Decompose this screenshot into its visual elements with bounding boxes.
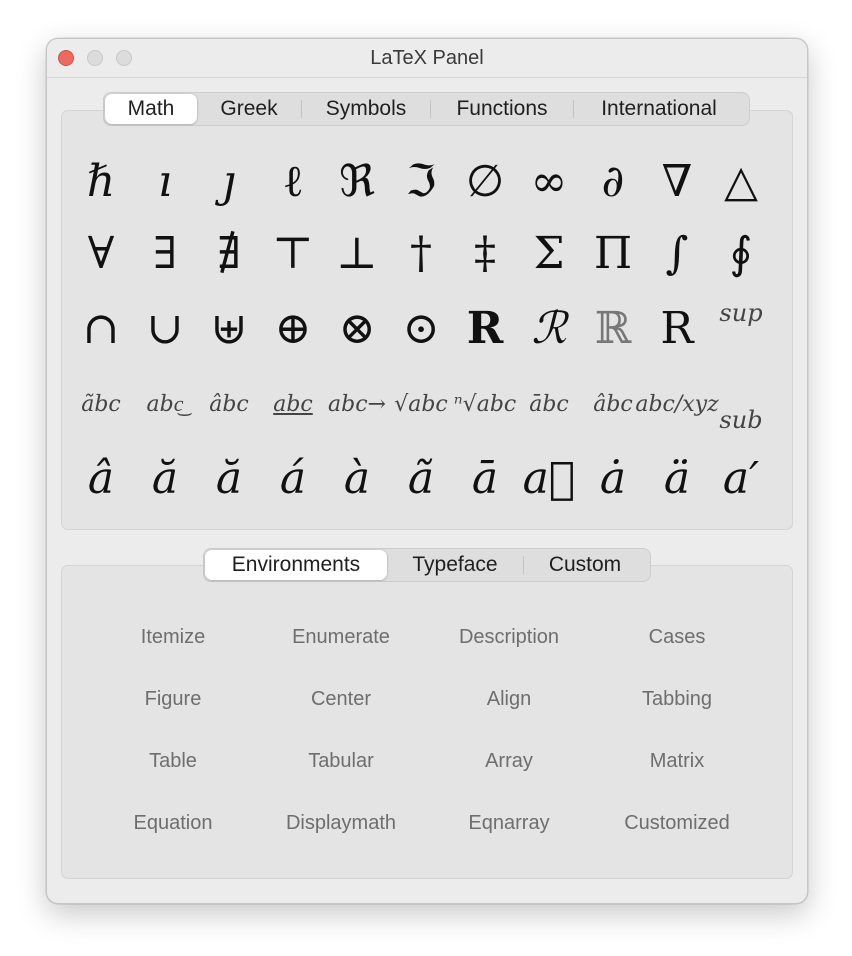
symbol-button[interactable]: ∇ [645, 146, 709, 218]
tab-international[interactable]: International [574, 94, 744, 124]
subscript-button[interactable]: sub [709, 368, 773, 440]
symbol-button[interactable]: ⊗ [325, 293, 389, 365]
symbol-button[interactable]: R [453, 293, 517, 365]
env-cases-button[interactable]: Cases [593, 617, 761, 657]
symbol-button[interactable]: ℑ [389, 146, 453, 218]
window-title: LaTeX Panel [370, 47, 484, 69]
prime-button[interactable]: a′ [709, 443, 773, 515]
env-table-button[interactable]: Table [89, 741, 257, 781]
symbol-button[interactable]: △ [709, 146, 773, 218]
sqrt-button[interactable]: √abc [389, 368, 453, 440]
acute-accent-button[interactable]: á [261, 443, 325, 515]
symbol-button[interactable]: ℓ [261, 146, 325, 218]
symbol-button[interactable]: ⊙ [389, 293, 453, 365]
symbol-button[interactable]: ‡ [453, 218, 517, 290]
symbol-button[interactable]: ∂ [581, 146, 645, 218]
tab-functions[interactable]: Functions [431, 94, 573, 124]
symbol-button[interactable]: ∄ [197, 218, 261, 290]
symbol-row: ∩ ∪ ⊎ ⊕ ⊗ ⊙ R ℛ ℝ R sup [69, 293, 773, 365]
env-matrix-button[interactable]: Matrix [593, 741, 761, 781]
widetilde-button[interactable]: ãbc [69, 368, 133, 440]
latex-panel-window: LaTeX Panel Math Greek Symbols Functions… [46, 38, 808, 904]
symbol-button[interactable]: ∪ [133, 293, 197, 365]
symbol-button[interactable]: ı [133, 146, 197, 218]
symbol-button[interactable]: R [645, 293, 709, 365]
tab-custom[interactable]: Custom [524, 550, 646, 580]
symbol-button[interactable]: ∮ [709, 218, 773, 290]
hat-accent-button[interactable]: â [69, 443, 133, 515]
tilde-accent-button[interactable]: ã [389, 443, 453, 515]
env-figure-button[interactable]: Figure [89, 679, 257, 719]
env-equation-button[interactable]: Equation [89, 803, 257, 843]
symbol-row: ℏ ı ȷ ℓ ℜ ℑ ∅ ∞ ∂ ∇ △ [69, 146, 773, 218]
superscript-button[interactable]: sup [709, 293, 773, 365]
env-eqnarray-button[interactable]: Eqnarray [425, 803, 593, 843]
symbol-button[interactable]: ∞ [517, 146, 581, 218]
symbol-button[interactable]: ∫ [645, 218, 709, 290]
symbol-button[interactable]: ⊤ [261, 218, 325, 290]
breve-accent-button[interactable]: ă [197, 443, 261, 515]
symbol-button[interactable]: ℏ [69, 146, 133, 218]
title-bar: LaTeX Panel [47, 39, 807, 78]
symbol-button[interactable]: ℛ [517, 293, 581, 365]
tab-greek[interactable]: Greek [197, 94, 301, 124]
symbol-button[interactable]: ⊕ [261, 293, 325, 365]
env-enumerate-button[interactable]: Enumerate [257, 617, 425, 657]
symbol-button[interactable]: Π [581, 218, 645, 290]
symbol-button[interactable]: ⊎ [197, 293, 261, 365]
env-description-button[interactable]: Description [425, 617, 593, 657]
ddot-accent-button[interactable]: ä [645, 443, 709, 515]
check-accent-button[interactable]: ă [133, 443, 197, 515]
bar-accent-button[interactable]: ā [453, 443, 517, 515]
env-itemize-button[interactable]: Itemize [89, 617, 257, 657]
symbol-row: â ă ă á à ã ā a⃗ ȧ ä a′ [69, 443, 773, 515]
overrightarrow-button[interactable]: abc→ [325, 368, 389, 440]
tab-environments[interactable]: Environments [205, 550, 387, 580]
symbol-button[interactable]: ȷ [197, 146, 261, 218]
fraction-button[interactable]: abc/xyz [635, 368, 718, 440]
top-tab-bar: Math Greek Symbols Functions Internation… [103, 92, 750, 126]
symbol-button[interactable]: ℜ [325, 146, 389, 218]
symbol-button[interactable]: Σ [517, 218, 581, 290]
env-align-button[interactable]: Align [425, 679, 593, 719]
env-customized-button[interactable]: Customized [593, 803, 761, 843]
bottom-tab-bar: Environments Typeface Custom [203, 548, 651, 582]
env-tabbing-button[interactable]: Tabbing [593, 679, 761, 719]
symbol-button[interactable]: ∅ [453, 146, 517, 218]
env-displaymath-button[interactable]: Displaymath [257, 803, 425, 843]
vec-accent-button[interactable]: a⃗ [517, 443, 581, 515]
dot-accent-button[interactable]: ȧ [581, 443, 645, 515]
symbol-button[interactable]: † [389, 218, 453, 290]
env-center-button[interactable]: Center [257, 679, 425, 719]
symbol-button[interactable]: ℝ [581, 293, 645, 365]
symbol-button[interactable]: ⊥ [325, 218, 389, 290]
grave-accent-button[interactable]: à [325, 443, 389, 515]
underbrace-button[interactable]: abc͜ [133, 368, 197, 440]
symbol-row: ãbc abc͜ âbc abc abc→ √abc ⁿ√abc ābc âbc… [69, 368, 773, 440]
tab-math[interactable]: Math [105, 94, 197, 124]
symbol-button[interactable]: ∃ [133, 218, 197, 290]
tab-typeface[interactable]: Typeface [387, 550, 523, 580]
symbol-button[interactable]: ∩ [69, 293, 133, 365]
symbol-button[interactable]: ∀ [69, 218, 133, 290]
env-array-button[interactable]: Array [425, 741, 593, 781]
symbol-row: ∀ ∃ ∄ ⊤ ⊥ † ‡ Σ Π ∫ ∮ [69, 218, 773, 290]
nth-root-button[interactable]: ⁿ√abc [453, 368, 517, 440]
overline-button[interactable]: ābc [517, 368, 581, 440]
tab-symbols[interactable]: Symbols [302, 94, 430, 124]
env-tabular-button[interactable]: Tabular [257, 741, 425, 781]
underline-button[interactable]: abc [261, 368, 325, 440]
widehat-button[interactable]: âbc [197, 368, 261, 440]
